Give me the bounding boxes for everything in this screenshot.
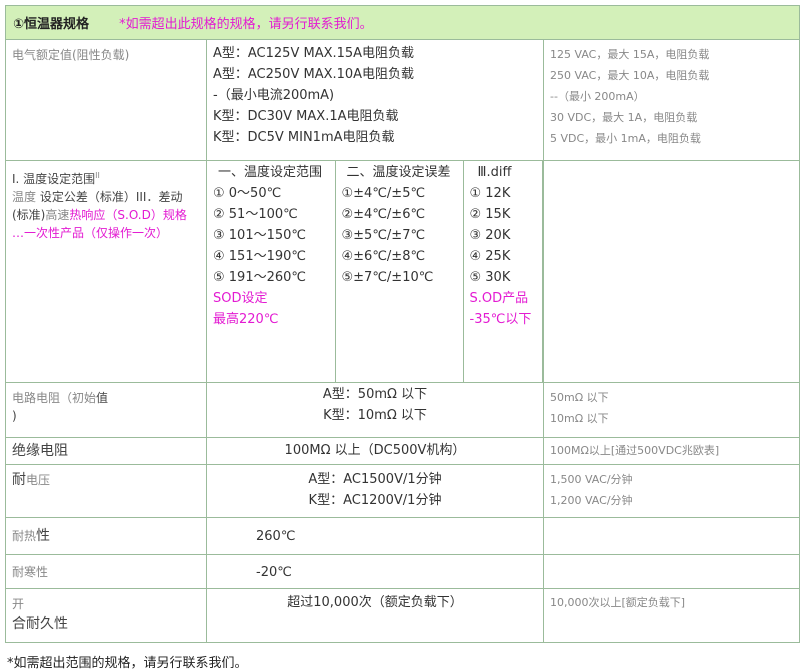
temp-range-head: 一、温度设定范围 bbox=[218, 165, 323, 180]
heat-label-cell: 耐热性 bbox=[5, 517, 207, 555]
temp-range-item: ⑤ 191～260℃ bbox=[213, 270, 307, 285]
temp-label-4: (标准) bbox=[12, 208, 46, 222]
rating-mid-line: -（最小电流200mA) bbox=[213, 88, 335, 103]
resistance-label-1: 电路电阻（初始 bbox=[12, 391, 97, 405]
temp-diff-item: ② 15K bbox=[469, 207, 511, 222]
temp-label-6: 热响应（S.O.D）规格 bbox=[69, 208, 187, 222]
temp-label-1: I. 温度设定范围 bbox=[12, 172, 96, 186]
insulation-mid-cell: 100MΩ 以上（DC500V机构） bbox=[206, 437, 544, 465]
temp-error-item: ④±6℃/±8℃ bbox=[341, 249, 426, 264]
resistance-label-2: 值 bbox=[96, 391, 109, 405]
table-title: ①恒温器规格 bbox=[13, 17, 90, 32]
table-header: ①恒温器规格 *如需超出此规格的规格，请另行联系我们。 bbox=[4, 5, 800, 40]
temp-error-item: ③±5℃/±7℃ bbox=[341, 228, 426, 243]
cold-mid-cell: -20℃ bbox=[206, 554, 544, 589]
temp-error-item: ②±4℃/±6℃ bbox=[341, 207, 426, 222]
voltage-right-line: 1,200 VAC/分钟 bbox=[550, 494, 633, 507]
temp-range-sod: SOD设定 bbox=[213, 291, 268, 306]
heat-mid: 260℃ bbox=[256, 529, 296, 544]
temp-range-item: ① 0～50℃ bbox=[213, 186, 282, 201]
durability-right-cell: 10,000次以上[额定负载下] bbox=[542, 588, 800, 643]
insulation-label: 绝缘电阻 bbox=[12, 443, 68, 459]
temp-range-sod: 最高220℃ bbox=[213, 312, 279, 327]
resistance-right-line: 50mΩ 以下 bbox=[550, 391, 609, 404]
resistance-label-cell: 电路电阻（初始值 ) bbox=[5, 382, 207, 438]
durability-right: 10,000次以上[额定负载下] bbox=[550, 596, 686, 609]
voltage-label-1: 耐 bbox=[12, 472, 26, 488]
temp-range-item: ④ 151～190℃ bbox=[213, 249, 307, 264]
voltage-label-2: 电压 bbox=[26, 473, 51, 487]
durability-label-cell: 开 合耐久性 bbox=[5, 588, 207, 643]
rating-right-line: 125 VAC，最大 15A，电阻负载 bbox=[550, 48, 710, 61]
temp-range-col: 一、温度设定范围 ① 0～50℃ ② 51～100℃ ③ 101～150℃ ④ … bbox=[207, 161, 336, 382]
rating-label: 电气额定值(阻性负载) bbox=[12, 48, 130, 62]
rating-mid-line: K型：DC30V MAX.1A电阻负载 bbox=[213, 109, 399, 124]
temp-diff-item: ① 12K bbox=[469, 186, 511, 201]
temp-label-1-sup: II bbox=[95, 171, 100, 180]
cold-label: 耐寒性 bbox=[12, 565, 49, 579]
voltage-label-cell: 耐电压 bbox=[5, 464, 207, 518]
temp-error-item: ①±4℃/±5℃ bbox=[341, 186, 426, 201]
heat-right-cell bbox=[542, 517, 800, 555]
temp-diff-item: ⑤ 30K bbox=[469, 270, 511, 285]
temp-error-col: 二、温度设定误差 ①±4℃/±5℃ ②±4℃/±6℃ ③±5℃/±7℃ ④±6℃… bbox=[335, 161, 464, 382]
resistance-mid-line: A型：50mΩ 以下 bbox=[322, 387, 428, 402]
rating-mid-line: A型：AC125V MAX.15A电阻负载 bbox=[213, 46, 415, 61]
cold-label-cell: 耐寒性 bbox=[5, 554, 207, 589]
insulation-right-cell: 100MΩ以上[通过500VDC兆欧表] bbox=[542, 437, 800, 465]
rating-right-line: --（最小 200mA） bbox=[550, 90, 645, 103]
voltage-mid-cell: A型：AC1500V/1分钟 K型：AC1200V/1分钟 bbox=[206, 464, 544, 518]
rating-right-cell: 125 VAC，最大 15A，电阻负载 250 VAC，最大 10A，电阻负载 … bbox=[542, 39, 800, 161]
temp-label-7: …一次性产品（仅操作一次） bbox=[12, 226, 169, 240]
resistance-right-cell: 50mΩ 以下 10mΩ 以下 bbox=[542, 382, 800, 438]
temp-error-item: ⑤±7℃/±10℃ bbox=[341, 270, 434, 285]
temp-range-item: ② 51～100℃ bbox=[213, 207, 298, 222]
rating-mid-line: K型：DC5V MIN1mA电阻负载 bbox=[213, 130, 395, 145]
temp-mid-cell: 一、温度设定范围 ① 0～50℃ ② 51～100℃ ③ 101～150℃ ④ … bbox=[206, 160, 544, 383]
voltage-right-line: 1,500 VAC/分钟 bbox=[550, 473, 633, 486]
voltage-mid-line: K型：AC1200V/1分钟 bbox=[308, 493, 442, 508]
temp-label-cell: I. 温度设定范围II 温度 设定公差（标准）III．差动 (标准)高速热响应（… bbox=[5, 160, 207, 383]
temp-label-5: 高速 bbox=[45, 208, 70, 222]
rating-right-line: 250 VAC，最大 10A，电阻负载 bbox=[550, 69, 710, 82]
temp-diff-item: ③ 20K bbox=[469, 228, 511, 243]
temp-diff-sod: S.OD产品 bbox=[469, 291, 529, 306]
cold-mid: -20℃ bbox=[256, 565, 292, 580]
temp-diff-sod: -35℃以下 bbox=[469, 312, 532, 327]
rating-mid-cell: A型：AC125V MAX.15A电阻负载 A型：AC250V MAX.10A电… bbox=[206, 39, 544, 161]
durability-mid: 超过10,000次（额定负载下） bbox=[287, 595, 463, 610]
resistance-mid-cell: A型：50mΩ 以下 K型：10mΩ 以下 bbox=[206, 382, 544, 438]
temp-range-item: ③ 101～150℃ bbox=[213, 228, 307, 243]
voltage-right-cell: 1,500 VAC/分钟 1,200 VAC/分钟 bbox=[542, 464, 800, 518]
temp-diff-head: Ⅲ.diff bbox=[477, 165, 512, 180]
heat-mid-cell: 260℃ bbox=[206, 517, 544, 555]
temp-label-2: 温度 bbox=[12, 190, 37, 204]
temp-right-cell bbox=[542, 160, 800, 383]
rating-label-cell: 电气额定值(阻性负载) bbox=[5, 39, 207, 161]
insulation-label-cell: 绝缘电阻 bbox=[5, 437, 207, 465]
durability-label-1: 开 bbox=[12, 597, 25, 611]
footnote: *如需超出范围的规格，请另行联系我们。 bbox=[7, 656, 248, 671]
insulation-mid: 100MΩ 以上（DC500V机构） bbox=[284, 443, 466, 458]
heat-label-1: 耐热 bbox=[12, 529, 37, 543]
heat-label-2: 性 bbox=[36, 528, 51, 544]
durability-label-2: 合耐久性 bbox=[12, 616, 68, 632]
temp-error-head: 二、温度设定误差 bbox=[346, 165, 451, 180]
voltage-mid-line: A型：AC1500V/1分钟 bbox=[308, 472, 442, 487]
resistance-right-line: 10mΩ 以下 bbox=[550, 412, 609, 425]
temp-label-3: 设定公差（标准）III．差动 bbox=[39, 190, 183, 204]
rating-right-line: 5 VDC，最小 1mA，电阻负载 bbox=[550, 132, 701, 145]
temp-diff-col: Ⅲ.diff ① 12K ② 15K ③ 20K ④ 25K ⑤ 30K S.O… bbox=[463, 161, 543, 382]
rating-mid-line: A型：AC250V MAX.10A电阻负载 bbox=[213, 67, 415, 82]
temp-diff-item: ④ 25K bbox=[469, 249, 511, 264]
spec-table: ①恒温器规格 *如需超出此规格的规格，请另行联系我们。 电气额定值(阻性负载) … bbox=[4, 5, 800, 643]
header-note: *如需超出此规格的规格，请另行联系我们。 bbox=[119, 17, 373, 32]
insulation-right: 100MΩ以上[通过500VDC兆欧表] bbox=[550, 444, 720, 457]
rating-right-line: 30 VDC，最大 1A，电阻负载 bbox=[550, 111, 698, 124]
durability-mid-cell: 超过10,000次（额定负载下） bbox=[206, 588, 544, 643]
resistance-label-3: ) bbox=[12, 409, 17, 423]
cold-right-cell bbox=[542, 554, 800, 589]
resistance-mid-line: K型：10mΩ 以下 bbox=[323, 408, 427, 423]
